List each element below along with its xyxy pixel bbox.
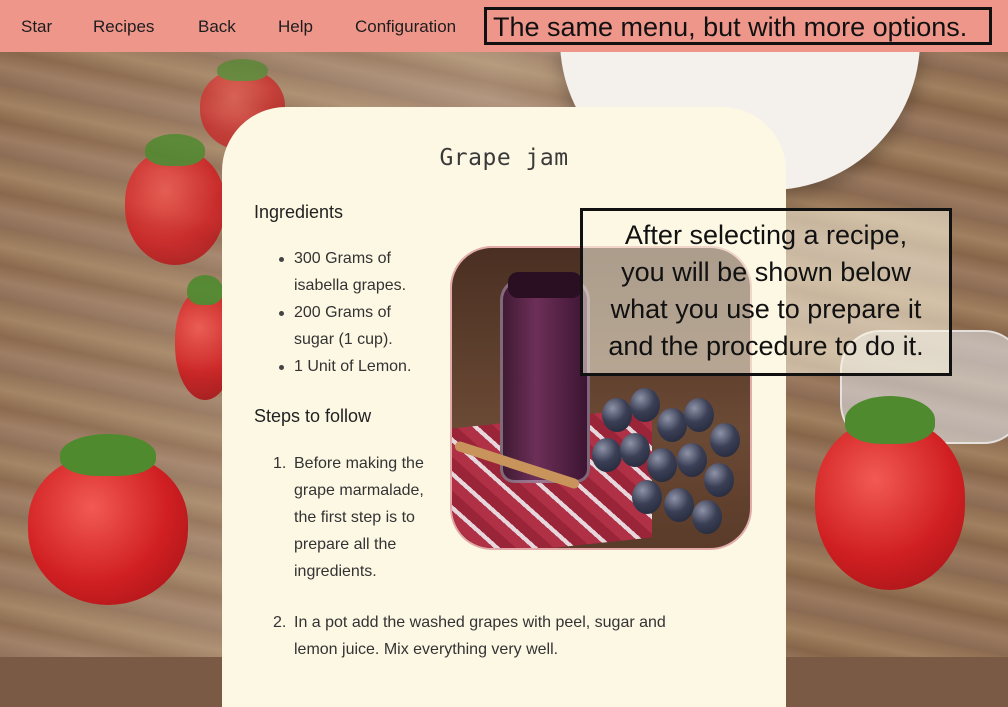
photo-grape	[632, 480, 662, 514]
ingredient-line: isabella grapes.	[294, 277, 407, 294]
recipe-title: Grape jam	[439, 145, 569, 171]
strawberry-decoration	[28, 434, 188, 605]
steps-list: 1. Before making the grape marmalade, th…	[254, 450, 474, 585]
photo-grape	[620, 433, 650, 467]
annotation-line: you will be shown below	[621, 257, 911, 287]
photo-grape	[647, 448, 677, 482]
step-line: the first step is to	[294, 509, 415, 526]
step-line: ingredients.	[294, 563, 377, 580]
annotation-line: what you use to prepare it	[610, 294, 922, 324]
step-line: Before making the	[294, 455, 424, 472]
ingredient-line: 300 Grams of	[294, 250, 391, 267]
photo-jam-jar	[500, 278, 590, 483]
steps-heading: Steps to follow	[254, 406, 372, 426]
ingredient-line: 200 Grams of	[294, 304, 391, 321]
photo-grape	[704, 463, 734, 497]
nav-item-back[interactable]: Back	[198, 0, 236, 52]
strawberry-decoration	[815, 396, 965, 590]
photo-grape	[657, 408, 687, 442]
ingredient-item: 200 Grams of sugar (1 cup).	[254, 299, 454, 353]
ingredient-line: sugar (1 cup).	[294, 331, 393, 348]
photo-grape	[692, 500, 722, 534]
step-line: lemon juice. Mix everything very well.	[294, 641, 559, 658]
step-number: 2.	[273, 614, 287, 631]
photo-grape	[592, 438, 622, 472]
nav-annotation-note: The same menu, but with more options.	[484, 7, 992, 45]
annotation-line: After selecting a recipe,	[624, 220, 908, 250]
recipe-annotation-note: After selecting a recipe, you will be sh…	[580, 208, 952, 376]
photo-grape	[684, 398, 714, 432]
steps-list-continued: 2. In a pot add the washed grapes with p…	[254, 609, 734, 663]
photo-grape	[664, 488, 694, 522]
photo-grape	[630, 388, 660, 422]
nav-item-configuration[interactable]: Configuration	[355, 0, 456, 52]
nav-item-help[interactable]: Help	[278, 0, 313, 52]
ingredient-line: 1 Unit of Lemon.	[294, 358, 412, 375]
nav-item-recipes[interactable]: Recipes	[93, 0, 154, 52]
step-line: In a pot add the washed grapes with peel…	[294, 614, 666, 631]
ingredient-item: 1 Unit of Lemon.	[254, 353, 454, 380]
nav-item-star[interactable]: Star	[21, 0, 52, 52]
step-number: 1.	[273, 455, 287, 472]
step-item: 2. In a pot add the washed grapes with p…	[254, 609, 734, 663]
photo-grape	[710, 423, 740, 457]
ingredients-list: 300 Grams of isabella grapes. 200 Grams …	[254, 245, 454, 380]
ingredients-heading: Ingredients	[254, 202, 344, 222]
photo-grape	[602, 398, 632, 432]
step-line: prepare all the	[294, 536, 397, 553]
photo-jar-top	[508, 272, 582, 298]
photo-grape	[677, 443, 707, 477]
strawberry-decoration	[125, 133, 225, 265]
annotation-line: and the procedure to do it.	[608, 331, 924, 361]
ingredient-item: 300 Grams of isabella grapes.	[254, 245, 454, 299]
step-line: grape marmalade,	[294, 482, 424, 499]
step-item: 1. Before making the grape marmalade, th…	[254, 450, 474, 585]
top-nav-bar: Star Recipes Back Help Configuration The…	[0, 0, 1008, 52]
